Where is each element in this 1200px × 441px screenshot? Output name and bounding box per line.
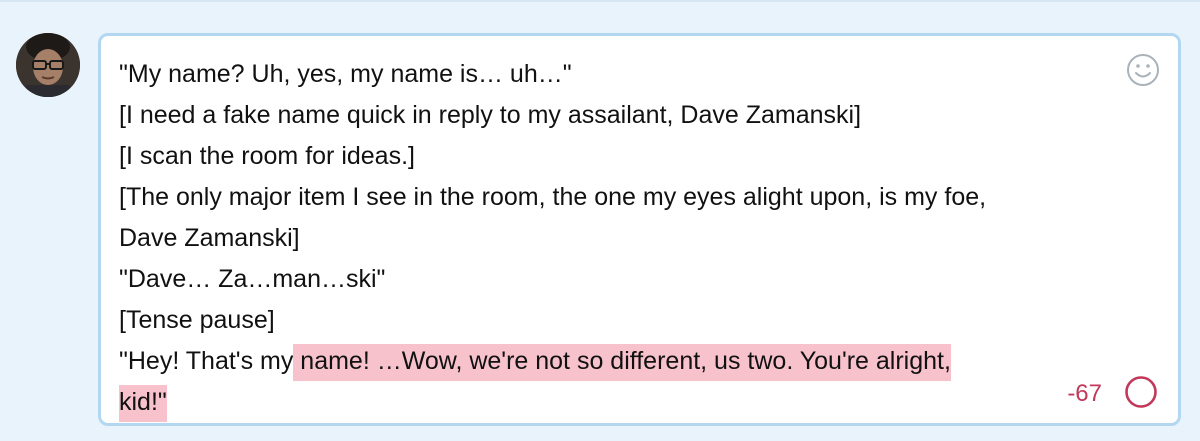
overflow-text-highlight: name! …Wow, we're not so different, us t… <box>293 344 951 381</box>
tweet-text-area[interactable]: "My name? Uh, yes, my name is… uh…" [I n… <box>119 54 1119 423</box>
top-divider <box>0 0 1200 2</box>
user-avatar <box>16 33 80 97</box>
text-line: "Dave… Za…man…ski" <box>119 265 386 293</box>
text-line: [I scan the room for ideas.] <box>119 142 415 170</box>
text-line: [I need a fake name quick in reply to my… <box>119 101 862 129</box>
character-progress-ring <box>1123 374 1159 410</box>
emoji-button[interactable] <box>1125 52 1161 88</box>
text-line: [Tense pause] <box>119 306 275 334</box>
text-line: Dave Zamanski] <box>119 224 300 252</box>
text-line: [The only major item I see in the room, … <box>119 183 987 211</box>
text-line-overflow: kid!" <box>119 382 1119 423</box>
text-line-with-overflow: "Hey! That's my name! …Wow, we're not so… <box>119 341 1119 382</box>
text-within-limit: "Hey! That's my <box>119 347 294 375</box>
progress-ring-icon <box>1125 376 1157 408</box>
smiley-face-icon <box>1127 54 1159 86</box>
overflow-text-highlight: kid!" <box>119 385 167 422</box>
character-counter: -67 <box>1067 380 1102 407</box>
tweet-compose-box[interactable]: "My name? Uh, yes, my name is… uh…" [I n… <box>98 33 1181 426</box>
text-line: "My name? Uh, yes, my name is… uh…" <box>119 60 572 88</box>
